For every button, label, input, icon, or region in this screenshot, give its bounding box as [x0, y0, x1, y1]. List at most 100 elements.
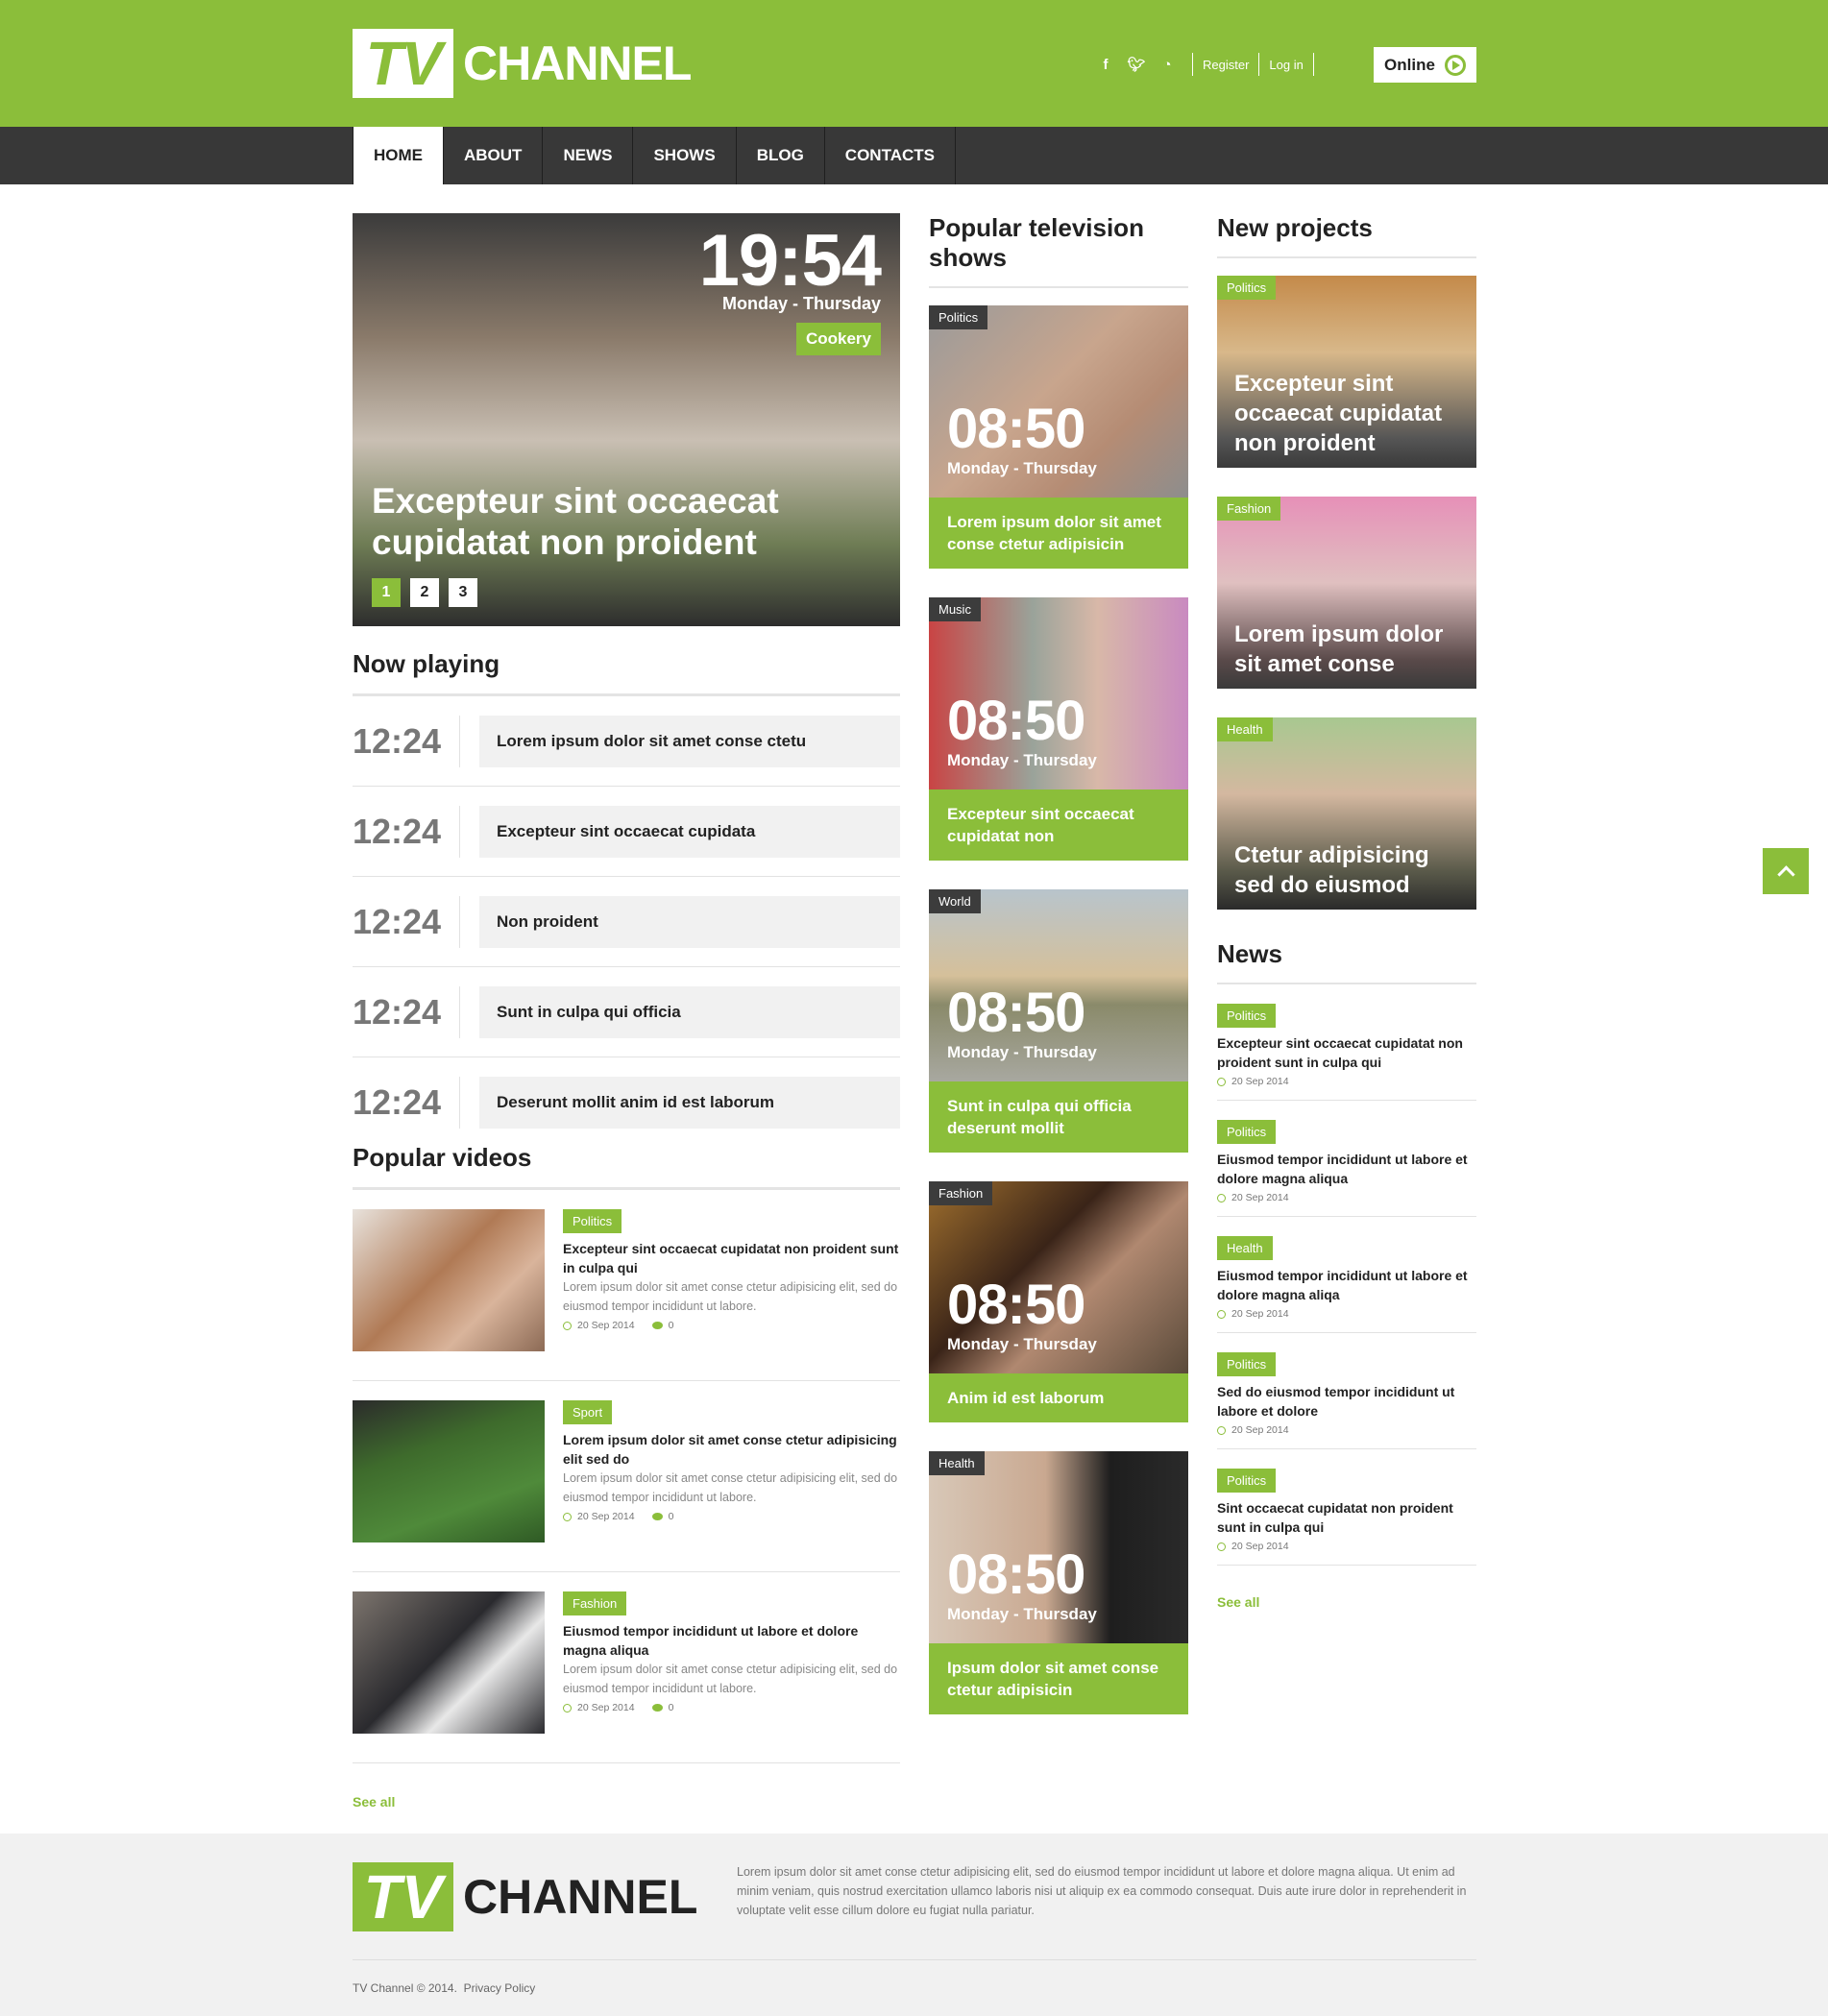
show-card[interactable]: Politics 08:50 Monday - Thursday Lorem i…	[929, 305, 1188, 569]
schedule-time: 12:24	[353, 985, 460, 1038]
video-tag[interactable]: Sport	[563, 1400, 613, 1424]
news-tag[interactable]: Politics	[1217, 1004, 1277, 1028]
site-header: TV CHANNEL f 🐦︎ ◔ Register Log in Online	[0, 0, 1828, 127]
schedule-title[interactable]: Lorem ipsum dolor sit amet conse ctetu	[479, 715, 900, 767]
hero-slider[interactable]: 19:54 Monday - Thursday Cookery Excepteu…	[353, 213, 900, 626]
nav-home[interactable]: HOME	[353, 127, 444, 184]
schedule-title[interactable]: Excepteur sint occaecat cupidata	[479, 805, 900, 858]
news-title[interactable]: Sed do eiusmod tempor incididunt ut labo…	[1217, 1382, 1476, 1421]
show-card[interactable]: Health 08:50 Monday - Thursday Ipsum dol…	[929, 1451, 1188, 1714]
video-thumbnail[interactable]	[353, 1209, 545, 1351]
hero-tag[interactable]: Cookery	[795, 323, 881, 355]
project-card[interactable]: Fashion Lorem ipsum dolor sit amet conse	[1217, 497, 1476, 689]
video-title[interactable]: Excepteur sint occaecat cupidatat non pr…	[563, 1239, 900, 1277]
tv-shows-heading: Popular television shows	[929, 213, 1144, 272]
video-thumbnail[interactable]	[353, 1591, 545, 1734]
video-thumbnail[interactable]	[353, 1400, 545, 1542]
schedule-row[interactable]: 12:24 Non proident	[353, 877, 900, 967]
show-days: Monday - Thursday	[947, 1043, 1097, 1061]
header-links: f 🐦︎ ◔ Register Log in	[1090, 50, 1324, 79]
news-title[interactable]: Eiusmod tempor incididunt ut labore et d…	[1217, 1150, 1476, 1188]
schedule-title[interactable]: Non proident	[479, 895, 900, 948]
show-image: World 08:50 Monday - Thursday	[929, 889, 1188, 1081]
project-title[interactable]: Lorem ipsum dolor sit amet conse	[1234, 619, 1465, 679]
news-date: 20 Sep 2014	[1231, 1541, 1289, 1552]
project-card[interactable]: Health Ctetur adipisicing sed do eiusmod	[1217, 717, 1476, 910]
clock-icon	[563, 1512, 572, 1521]
news-tag[interactable]: Politics	[1217, 1469, 1277, 1493]
show-title[interactable]: Sunt in culpa qui officia deserunt molli…	[929, 1081, 1188, 1153]
footer-description: Lorem ipsum dolor sit amet conse ctetur …	[737, 1865, 1467, 1917]
show-card[interactable]: Music 08:50 Monday - Thursday Excepteur …	[929, 597, 1188, 861]
show-category[interactable]: Fashion	[929, 1181, 993, 1205]
show-card[interactable]: Fashion 08:50 Monday - Thursday Anim id …	[929, 1181, 1188, 1422]
nav-contacts[interactable]: CONTACTS	[825, 127, 956, 184]
video-title[interactable]: Eiusmod tempor incididunt ut labore et d…	[563, 1621, 900, 1660]
schedule-row[interactable]: 12:24 Sunt in culpa qui officia	[353, 967, 900, 1057]
schedule-row[interactable]: 12:24 Deserunt mollit anim id est laboru…	[353, 1057, 900, 1148]
video-description: Lorem ipsum dolor sit amet conse ctetur …	[563, 1663, 898, 1695]
schedule-title[interactable]: Deserunt mollit anim id est laborum	[479, 1077, 900, 1129]
logo-channel-text: CHANNEL	[463, 36, 692, 90]
news-title[interactable]: Excepteur sint occaecat cupidatat non pr…	[1217, 1033, 1476, 1072]
schedule-title[interactable]: Sunt in culpa qui officia	[479, 985, 900, 1038]
play-circle-icon	[1444, 54, 1466, 76]
comment-count[interactable]: 0	[669, 1511, 674, 1522]
comment-count[interactable]: 0	[669, 1320, 674, 1331]
rss-icon[interactable]: ◔	[1152, 57, 1182, 73]
scroll-to-top-button[interactable]	[1763, 848, 1809, 894]
hero-title[interactable]: Excepteur sint occaecat cupidatat non pr…	[372, 480, 804, 563]
project-title[interactable]: Ctetur adipisicing sed do eiusmod	[1234, 840, 1465, 900]
project-category[interactable]: Fashion	[1217, 497, 1281, 521]
video-tag[interactable]: Politics	[563, 1209, 622, 1233]
news-title[interactable]: Eiusmod tempor incididunt ut labore et d…	[1217, 1266, 1476, 1304]
privacy-policy-link[interactable]: Privacy Policy	[464, 1981, 536, 1995]
twitter-icon[interactable]: 🐦︎	[1121, 56, 1152, 73]
footer-logo[interactable]: TV CHANNEL	[353, 1862, 697, 1931]
slide-3-button[interactable]: 3	[449, 578, 477, 607]
show-title[interactable]: Lorem ipsum dolor sit amet conse ctetur …	[929, 498, 1188, 569]
project-category[interactable]: Health	[1217, 717, 1273, 741]
news-see-all-link[interactable]: See all	[1217, 1594, 1259, 1610]
footer-copyright-line: TV Channel © 2014. Privacy Policy	[353, 1981, 535, 1995]
show-category[interactable]: World	[929, 889, 981, 913]
comment-icon	[651, 1513, 663, 1520]
schedule-row[interactable]: 12:24 Excepteur sint occaecat cupidata	[353, 787, 900, 877]
popular-videos-section: Popular videos Politics Excepteur sint o…	[353, 1143, 900, 1811]
news-tag[interactable]: Politics	[1217, 1352, 1277, 1376]
news-tag[interactable]: Politics	[1217, 1120, 1277, 1144]
show-card[interactable]: World 08:50 Monday - Thursday Sunt in cu…	[929, 889, 1188, 1153]
login-link[interactable]: Log in	[1269, 58, 1303, 72]
videos-see-all-link[interactable]: See all	[353, 1794, 395, 1810]
news-item: Health Eiusmod tempor incididunt ut labo…	[1217, 1217, 1476, 1333]
show-category[interactable]: Music	[929, 597, 981, 621]
show-category[interactable]: Politics	[929, 305, 988, 329]
online-button[interactable]: Online	[1374, 47, 1476, 83]
schedule-row[interactable]: 12:24 Lorem ipsum dolor sit amet conse c…	[353, 696, 900, 787]
show-category[interactable]: Health	[929, 1451, 985, 1475]
video-date: 20 Sep 2014	[577, 1320, 635, 1331]
project-category[interactable]: Politics	[1217, 276, 1277, 300]
video-title[interactable]: Lorem ipsum dolor sit amet conse ctetur …	[563, 1430, 900, 1469]
show-title[interactable]: Excepteur sint occaecat cupidatat non	[929, 789, 1188, 861]
news-title[interactable]: Sint occaecat cupidatat non proident sun…	[1217, 1498, 1476, 1537]
slide-1-button[interactable]: 1	[372, 578, 401, 607]
video-tag[interactable]: Fashion	[563, 1591, 627, 1615]
tv-shows-section: Popular television shows Politics 08:50 …	[929, 213, 1188, 1714]
register-link[interactable]: Register	[1203, 58, 1249, 72]
clock-icon	[1217, 1077, 1226, 1086]
video-description: Lorem ipsum dolor sit amet conse ctetur …	[563, 1471, 898, 1504]
news-tag[interactable]: Health	[1217, 1236, 1273, 1260]
facebook-icon[interactable]: f	[1090, 57, 1121, 73]
project-title[interactable]: Excepteur sint occaecat cupidatat non pr…	[1234, 369, 1465, 458]
nav-news[interactable]: NEWS	[543, 127, 634, 184]
site-logo[interactable]: TV CHANNEL	[353, 29, 692, 98]
comment-count[interactable]: 0	[669, 1702, 674, 1713]
show-title[interactable]: Ipsum dolor sit amet conse ctetur adipis…	[929, 1643, 1188, 1714]
slide-2-button[interactable]: 2	[410, 578, 439, 607]
nav-about[interactable]: ABOUT	[444, 127, 544, 184]
nav-shows[interactable]: SHOWS	[633, 127, 737, 184]
project-card[interactable]: Politics Excepteur sint occaecat cupidat…	[1217, 276, 1476, 468]
show-title[interactable]: Anim id est laborum	[929, 1373, 1188, 1422]
nav-blog[interactable]: BLOG	[737, 127, 825, 184]
